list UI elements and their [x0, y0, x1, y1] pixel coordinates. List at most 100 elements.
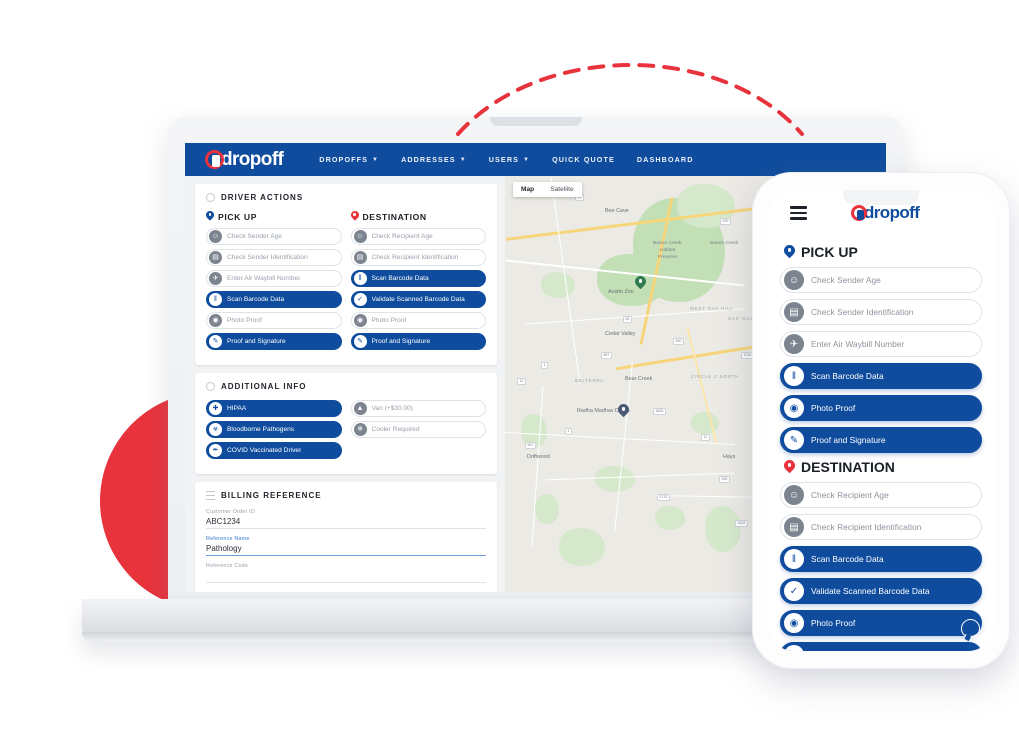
camera-icon: ◉ — [784, 613, 804, 633]
map-pin-icon — [351, 211, 359, 222]
action-pill[interactable]: ✈ Enter Air Waybill Number — [780, 331, 982, 357]
nav-item-users[interactable]: USERS ▼ — [489, 155, 530, 164]
camera-icon: ◉ — [353, 314, 367, 327]
map-type-toggle[interactable]: Map Satellite — [513, 182, 582, 197]
map-route-shield: 967 — [601, 352, 612, 359]
action-pill[interactable]: ▲ Van (+$30.00) — [350, 400, 486, 417]
action-pill[interactable]: ◉ Photo Proof — [780, 610, 982, 636]
map-pin-pickup-icon[interactable] — [635, 276, 646, 291]
map-route-shield: 967 — [525, 442, 536, 449]
validate-barcode-icon: ✓ — [784, 581, 804, 601]
additional-info-left-list: ✚ HIPAA ☣ Bloodborne Pathogens ✒ COVID Vaccin… — [206, 400, 342, 463]
action-pill[interactable]: ▤ Check Sender Identification — [780, 299, 982, 325]
action-pill[interactable]: ‖ Scan Barcode Data — [206, 291, 342, 308]
additional-info-title-label: ADDITIONAL INFO — [221, 382, 307, 391]
billing-field-label: Customer Order ID — [206, 509, 255, 515]
nav-item-addresses[interactable]: ADDRESSES ▼ — [401, 155, 467, 164]
action-pill[interactable]: ◉ Photo Proof — [780, 395, 982, 421]
additional-info-right-list: ▲ Van (+$30.00) ❄ Cooler Required — [350, 400, 486, 463]
action-pill-label: Scan Barcode Data — [371, 275, 429, 282]
action-pill[interactable]: ☺ Check Recipient Age — [350, 228, 486, 245]
action-pill-label: COVID Vaccinated Driver — [227, 447, 302, 454]
left-panel: DRIVER ACTIONS PICK UP ☺ Check Sender Age… — [185, 176, 505, 592]
billing-reference-card: BILLING REFERENCE Customer Order ID ABC12… — [195, 482, 497, 592]
map-label: WEST OAK HILL — [690, 306, 734, 311]
action-pill[interactable]: ❄ Cooler Required — [350, 421, 486, 438]
action-pill[interactable]: ✎ Proof and Signature — [206, 333, 342, 350]
action-pill[interactable]: ✎ Proof and Signature — [350, 333, 486, 350]
map-label: Austin Zoo — [608, 289, 634, 295]
action-pill[interactable]: ✓ Validate Scanned Barcode Data — [780, 578, 982, 604]
action-pill[interactable]: ☣ Bloodborne Pathogens — [206, 421, 342, 438]
camera-icon: ◉ — [784, 398, 804, 418]
map-label: Hays — [723, 454, 736, 460]
action-pill[interactable]: ‖ Scan Barcode Data — [350, 270, 486, 287]
billing-field[interactable]: Customer Order ID ABC1234 — [206, 509, 486, 529]
action-pill[interactable]: ✈ Enter Air Waybill Number — [206, 270, 342, 287]
action-pill[interactable]: ◉ Photo Proof — [350, 312, 486, 329]
map-route-shield: 12 — [517, 378, 526, 385]
nav-links: DROPOFFS ▼ ADDRESSES ▼ USERS ▼ QUICK QUO… — [319, 155, 693, 164]
action-pill[interactable]: ▤ Check Recipient Identification — [780, 514, 982, 540]
list-icon — [206, 491, 215, 500]
nav-item-addresses-label: ADDRESSES — [401, 155, 456, 164]
nav-item-dashboard[interactable]: DASHBOARD — [637, 155, 694, 164]
action-pill-label: Check Recipient Identification — [811, 522, 922, 532]
map-route-shield: 150 — [719, 476, 730, 483]
person-check-icon: ☺ — [784, 270, 804, 290]
chevron-down-icon: ▼ — [523, 156, 531, 163]
chat-bubble-icon[interactable] — [961, 619, 980, 638]
action-pill[interactable]: ✒ COVID Vaccinated Driver — [206, 442, 342, 459]
dropoff-logo[interactable]: dropoff — [205, 149, 284, 171]
billing-field-value[interactable]: ABC1234 — [206, 517, 486, 528]
promo-composition: dropoff DROPOFFS ▼ ADDRESSES ▼ USERS ▼ Q… — [0, 0, 1019, 750]
map-pin-destination-icon[interactable] — [618, 404, 629, 419]
additional-info-title: ADDITIONAL INFO — [206, 382, 486, 391]
billing-field[interactable]: Reference Code — [206, 563, 486, 583]
phone-body: PICK UP ☺ Check Sender Age ▤ Check Sender I… — [768, 236, 994, 651]
nav-item-dropoffs[interactable]: DROPOFFS ▼ — [319, 155, 379, 164]
action-pill-label: Cooler Required — [371, 426, 420, 433]
action-pill[interactable]: ☺ Check Recipient Age — [780, 482, 982, 508]
snowflake-icon: ❄ — [353, 423, 367, 436]
billing-field-underline — [206, 582, 486, 583]
map-toggle-satellite[interactable]: Satellite — [542, 182, 581, 197]
billing-field[interactable]: Reference Name Pathology — [206, 536, 486, 556]
action-pill[interactable]: ✚ HIPAA — [206, 400, 342, 417]
phone-pickup-heading: PICK UP — [784, 244, 982, 260]
billing-fields: Customer Order ID ABC1234 Reference Name Pa… — [206, 509, 486, 583]
billing-field-underline — [206, 528, 486, 529]
nav-item-quick-quote-label: QUICK QUOTE — [552, 155, 615, 164]
action-pill-label: Check Sender Age — [811, 275, 881, 285]
biohazard-icon: ☣ — [209, 423, 222, 436]
action-pill-label: Scan Barcode Data — [227, 296, 285, 303]
map-pin-icon — [784, 460, 795, 475]
pickup-action-list: ☺ Check Sender Age ▤ Check Sender Identific… — [206, 228, 342, 350]
action-pill[interactable]: ☺ Check Sender Age — [780, 267, 982, 293]
action-pill[interactable]: ✎ Proof and Signature — [780, 427, 982, 453]
map-label: BELTERRA — [575, 378, 604, 383]
billing-field-value[interactable] — [206, 571, 486, 582]
barcode-icon: ‖ — [784, 366, 804, 386]
action-pill[interactable]: ‖ Scan Barcode Data — [780, 546, 982, 572]
dropoff-logo-mark-icon — [205, 150, 224, 169]
billing-field-value[interactable]: Pathology — [206, 544, 486, 555]
action-pill-label: Proof and Signature — [811, 435, 886, 445]
action-pill[interactable]: ◉ Photo Proof — [206, 312, 342, 329]
action-pill[interactable]: ☺ Check Sender Age — [206, 228, 342, 245]
barcode-icon: ‖ — [209, 293, 222, 306]
nav-item-quick-quote[interactable]: QUICK QUOTE — [552, 155, 615, 164]
action-pill[interactable]: ‖ Scan Barcode Data — [780, 363, 982, 389]
action-pill[interactable]: ✓ Validate Scanned Barcode Data — [350, 291, 486, 308]
additional-info-columns: ✚ HIPAA ☣ Bloodborne Pathogens ✒ COVID Vaccin… — [206, 400, 486, 463]
action-pill[interactable]: ▤ Check Recipient Identification — [350, 249, 486, 266]
hamburger-menu-icon[interactable] — [790, 206, 807, 220]
map-route-shield: 12 — [701, 434, 710, 441]
map-toggle-map[interactable]: Map — [513, 182, 542, 197]
phone-destination-heading: DESTINATION — [784, 459, 982, 475]
action-pill[interactable]: ▤ Check Sender Identification — [206, 249, 342, 266]
person-check-icon: ☺ — [353, 230, 367, 243]
action-pill-label: Check Recipient Age — [371, 233, 433, 240]
action-pill[interactable]: ✎ Proof and Signature — [780, 642, 982, 651]
phone-dropoff-logo-text: dropoff — [864, 203, 920, 222]
